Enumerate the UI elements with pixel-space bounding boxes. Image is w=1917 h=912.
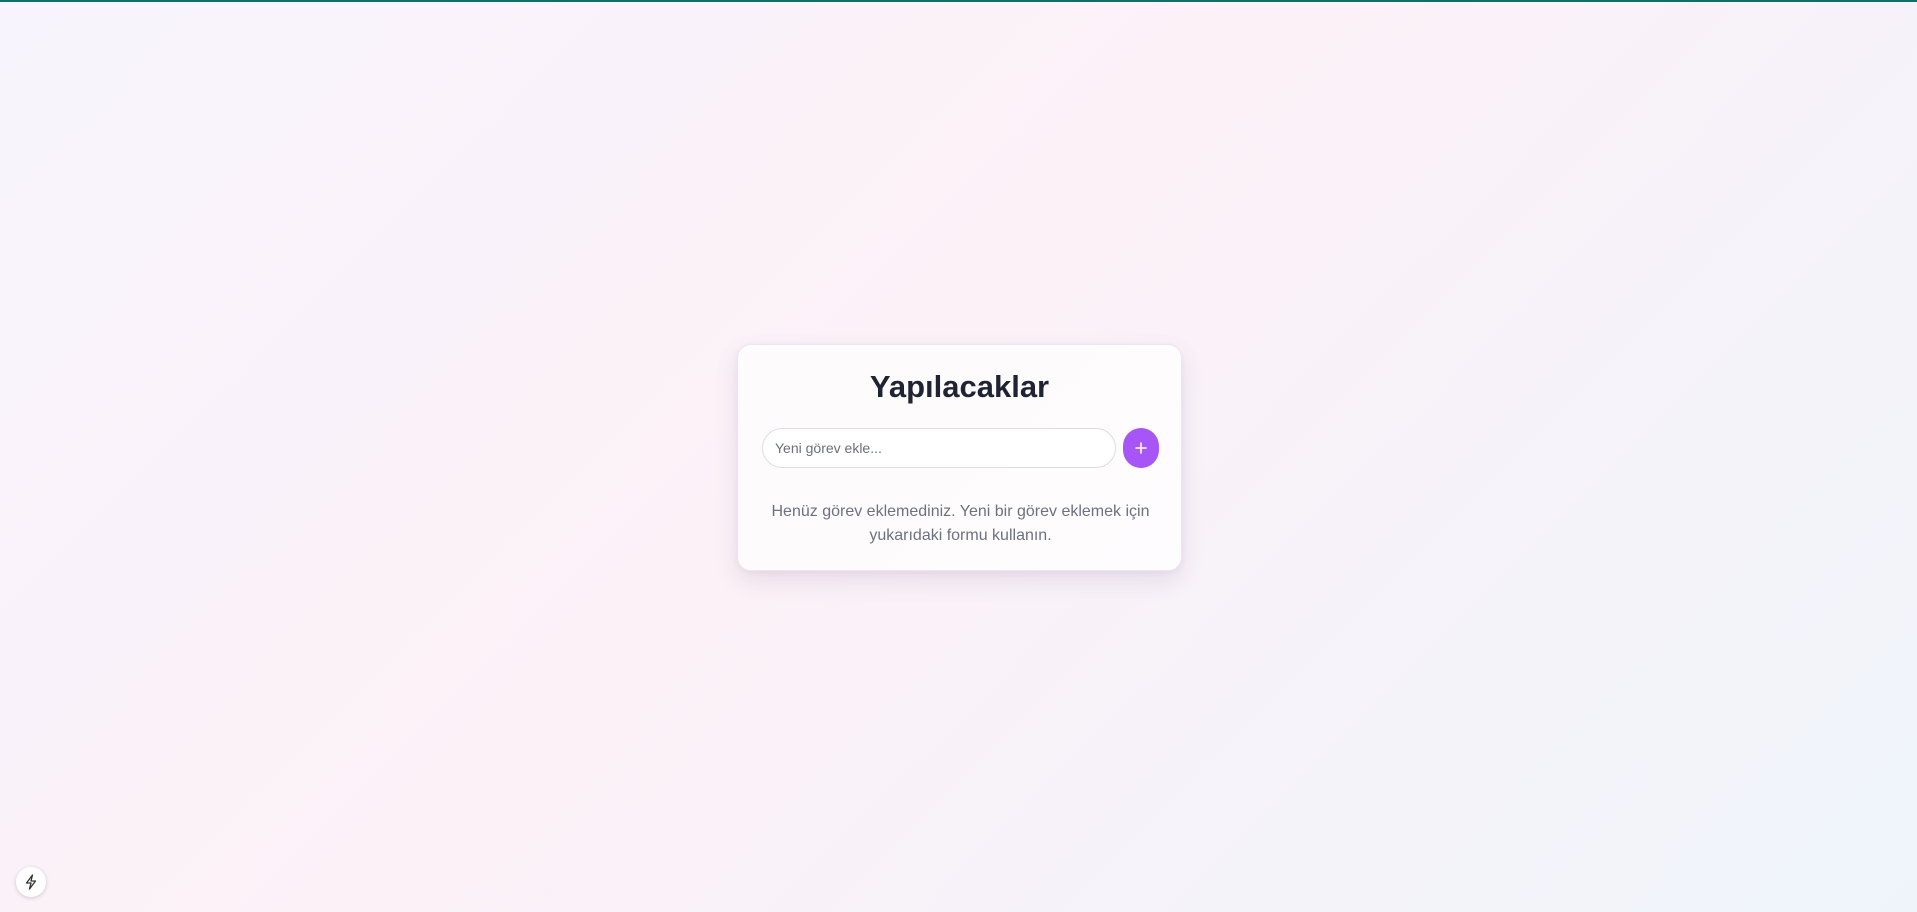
top-accent-bar (0, 0, 1917, 2)
add-task-form (762, 428, 1159, 470)
plus-icon (1135, 442, 1147, 454)
new-task-input[interactable] (762, 428, 1116, 468)
page-title: Yapılacaklar (869, 369, 1050, 404)
lightning-bolt-icon (25, 874, 37, 890)
todo-card: Yapılacaklar Henüz görev eklemediniz. Ye… (737, 344, 1182, 571)
dev-tools-button[interactable] (16, 867, 46, 897)
add-task-button[interactable] (1123, 428, 1159, 468)
empty-state-message: Henüz görev eklemediniz. Yeni bir görev … (771, 503, 1150, 544)
